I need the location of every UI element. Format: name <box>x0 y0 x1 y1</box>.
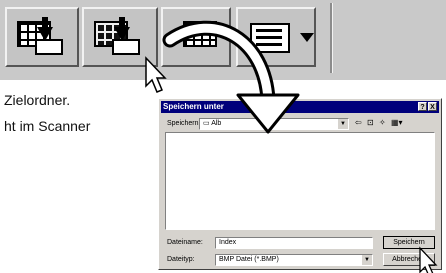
dialog-titlebar: Speichern unter ? X <box>161 101 439 113</box>
filetype-label: Dateityp: <box>167 256 195 263</box>
new-folder-icon[interactable]: ✧ <box>379 118 386 127</box>
folder-icon: ▭ <box>203 120 212 127</box>
toolbar <box>0 0 446 80</box>
filetype-value: BMP Datei (*.BMP) <box>219 256 279 263</box>
stack-icon <box>112 39 140 55</box>
save-in-label: Speichern <box>167 120 199 127</box>
save-selected-button[interactable] <box>82 7 158 67</box>
instruction-line-1: Zielordner. <box>4 92 71 108</box>
close-button[interactable]: X <box>428 102 437 111</box>
up-folder-icon[interactable]: ⊡ <box>367 118 374 127</box>
filetype-select[interactable]: BMP Datei (*.BMP) ▼ <box>215 254 373 266</box>
list-view-icon <box>250 23 290 53</box>
file-list[interactable] <box>165 132 435 230</box>
save-as-dialog: Speichern unter ? X Speichern ▭ Alb ▼ ⇦ … <box>158 98 442 270</box>
view-mode-dropdown[interactable] <box>236 7 316 67</box>
help-button[interactable]: ? <box>418 102 427 111</box>
grid-icon <box>183 21 217 47</box>
back-arrow-icon[interactable]: ⇦ <box>355 118 362 127</box>
save-button[interactable]: Speichern <box>383 236 435 249</box>
stack-icon <box>35 39 63 55</box>
view-menu-icon[interactable]: ▦▾ <box>391 118 403 127</box>
dialog-title: Speichern unter <box>163 102 224 111</box>
save-in-value: Alb <box>211 120 222 127</box>
down-arrow-head-icon <box>114 27 130 41</box>
filename-input[interactable]: Index <box>215 237 373 249</box>
export-button[interactable] <box>161 7 231 67</box>
save-to-folder-button[interactable] <box>5 7 79 67</box>
down-arrow-head-icon <box>37 27 53 41</box>
filename-label: Dateiname: <box>167 239 203 246</box>
instruction-line-2: ht im Scanner <box>4 118 91 134</box>
cancel-button[interactable]: Abbrechen <box>383 253 435 266</box>
save-in-combo[interactable]: ▭ Alb ▼ <box>199 118 349 130</box>
chevron-down-icon <box>300 33 314 42</box>
toolbar-divider <box>330 3 333 73</box>
chevron-down-icon: ▼ <box>338 119 348 129</box>
chevron-down-icon: ▼ <box>362 255 372 265</box>
